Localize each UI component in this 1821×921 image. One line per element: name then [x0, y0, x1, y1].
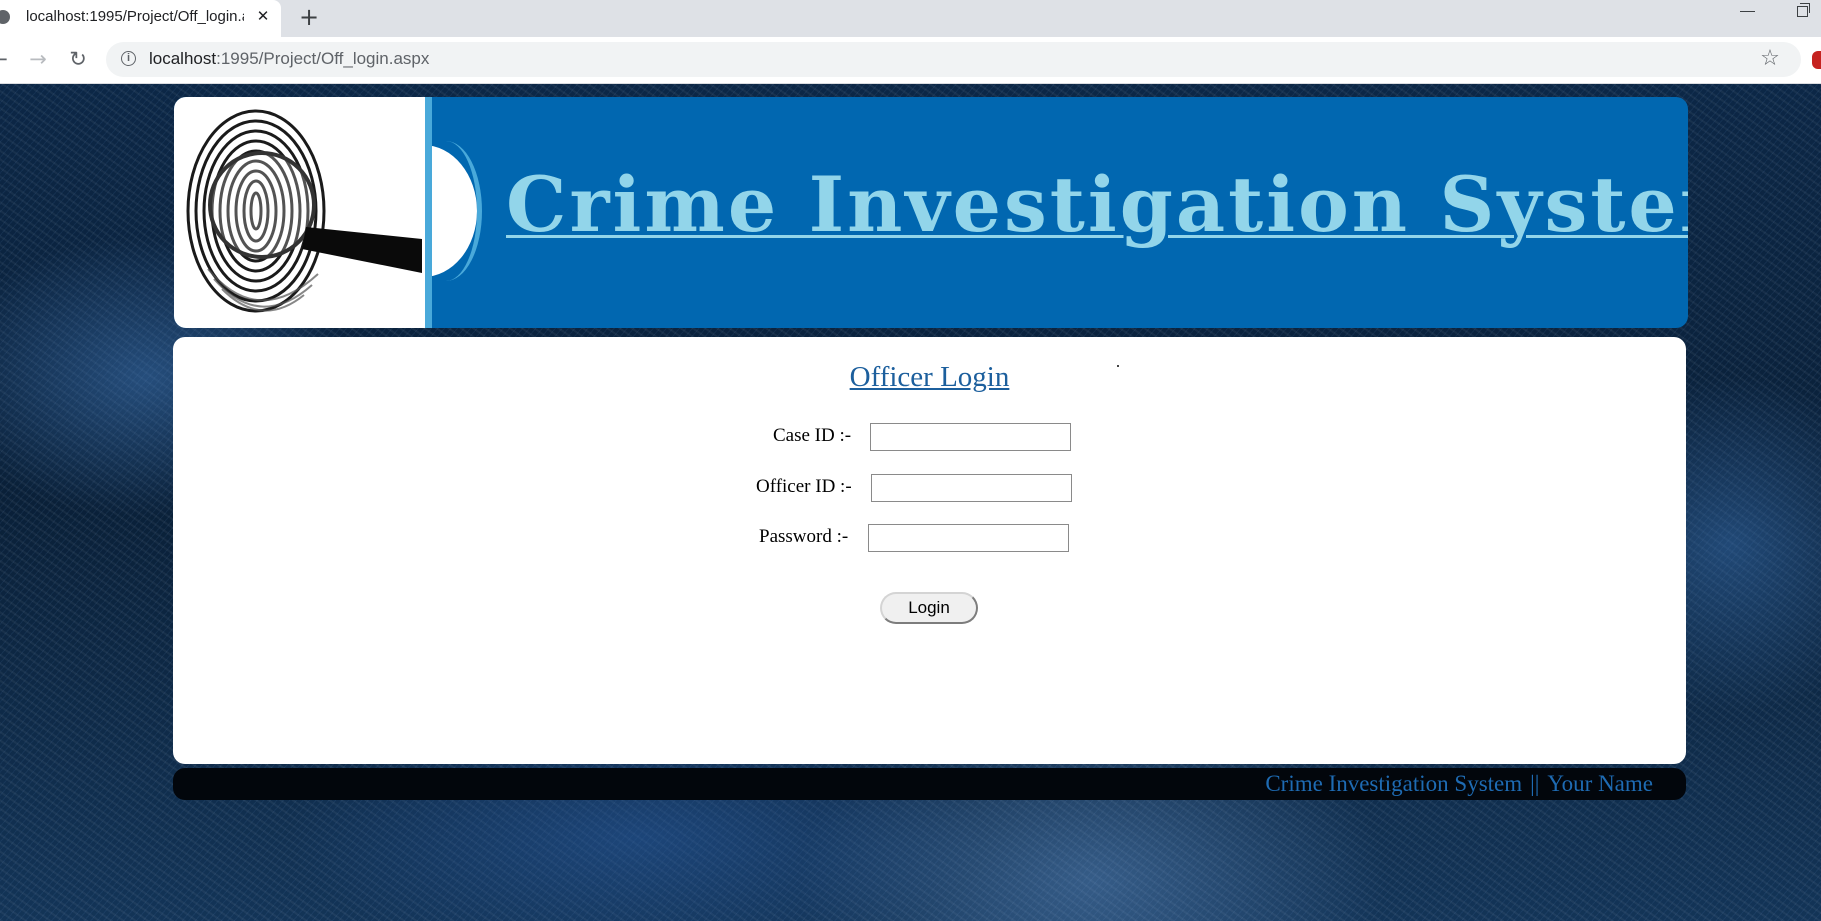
address-bar[interactable]: i localhost:1995/Project/Off_login.aspx … — [106, 42, 1801, 77]
fingerprint-magnifier-icon — [186, 109, 422, 313]
officer-id-label: Officer ID :- — [756, 476, 852, 497]
url-host: localhost — [149, 49, 217, 68]
case-id-label: Case ID :- — [773, 425, 852, 446]
bookmark-star-icon[interactable]: ☆ — [1757, 45, 1783, 73]
url-text[interactable]: localhost:1995/Project/Off_login.aspx — [149, 49, 429, 69]
url-path: :1995/Project/Off_login.aspx — [216, 49, 430, 68]
tab-title: localhost:1995/Project/Off_login.aspx — [26, 8, 244, 25]
footer-text: Crime Investigation System || Your Name — [1265, 771, 1653, 797]
back-arrow-icon[interactable]: ← — [0, 46, 12, 72]
restore-window-icon[interactable] — [1797, 3, 1810, 17]
password-input[interactable] — [868, 524, 1069, 552]
officer-id-input[interactable] — [871, 474, 1072, 502]
reload-icon[interactable]: ↻ — [65, 46, 91, 72]
password-label: Password :- — [759, 526, 849, 547]
extension-icon[interactable] — [1812, 51, 1821, 69]
login-button[interactable]: Login — [880, 592, 978, 624]
login-panel: Officer Login Case ID :- Officer ID :- P… — [173, 337, 1686, 764]
site-banner: Crime Investigation System — [174, 97, 1688, 328]
site-title: Crime Investigation System — [506, 160, 1688, 249]
footer-author: Your Name — [1547, 771, 1653, 796]
stray-dot — [1117, 365, 1119, 367]
minimize-window-icon[interactable] — [1740, 11, 1755, 12]
browser-tab-active[interactable]: localhost:1995/Project/Off_login.aspx ✕ — [0, 0, 281, 37]
site-footer: Crime Investigation System || Your Name — [173, 768, 1686, 800]
browser-toolbar: ← → ↻ i localhost:1995/Project/Off_login… — [0, 37, 1821, 84]
footer-separator: || — [1530, 771, 1540, 796]
close-tab-icon[interactable]: ✕ — [253, 6, 273, 26]
page-viewport: Crime Investigation System Officer Login… — [0, 84, 1821, 921]
case-id-input[interactable] — [870, 423, 1071, 451]
new-tab-button[interactable]: + — [297, 3, 321, 31]
browser-tab-bar: localhost:1995/Project/Off_login.aspx ✕ … — [0, 0, 1821, 37]
officer-login-heading-link[interactable]: Officer Login — [173, 361, 1686, 394]
forward-arrow-icon[interactable]: → — [25, 46, 51, 72]
footer-system-name: Crime Investigation System — [1265, 771, 1523, 796]
globe-icon — [0, 10, 10, 24]
site-info-icon[interactable]: i — [121, 51, 136, 66]
